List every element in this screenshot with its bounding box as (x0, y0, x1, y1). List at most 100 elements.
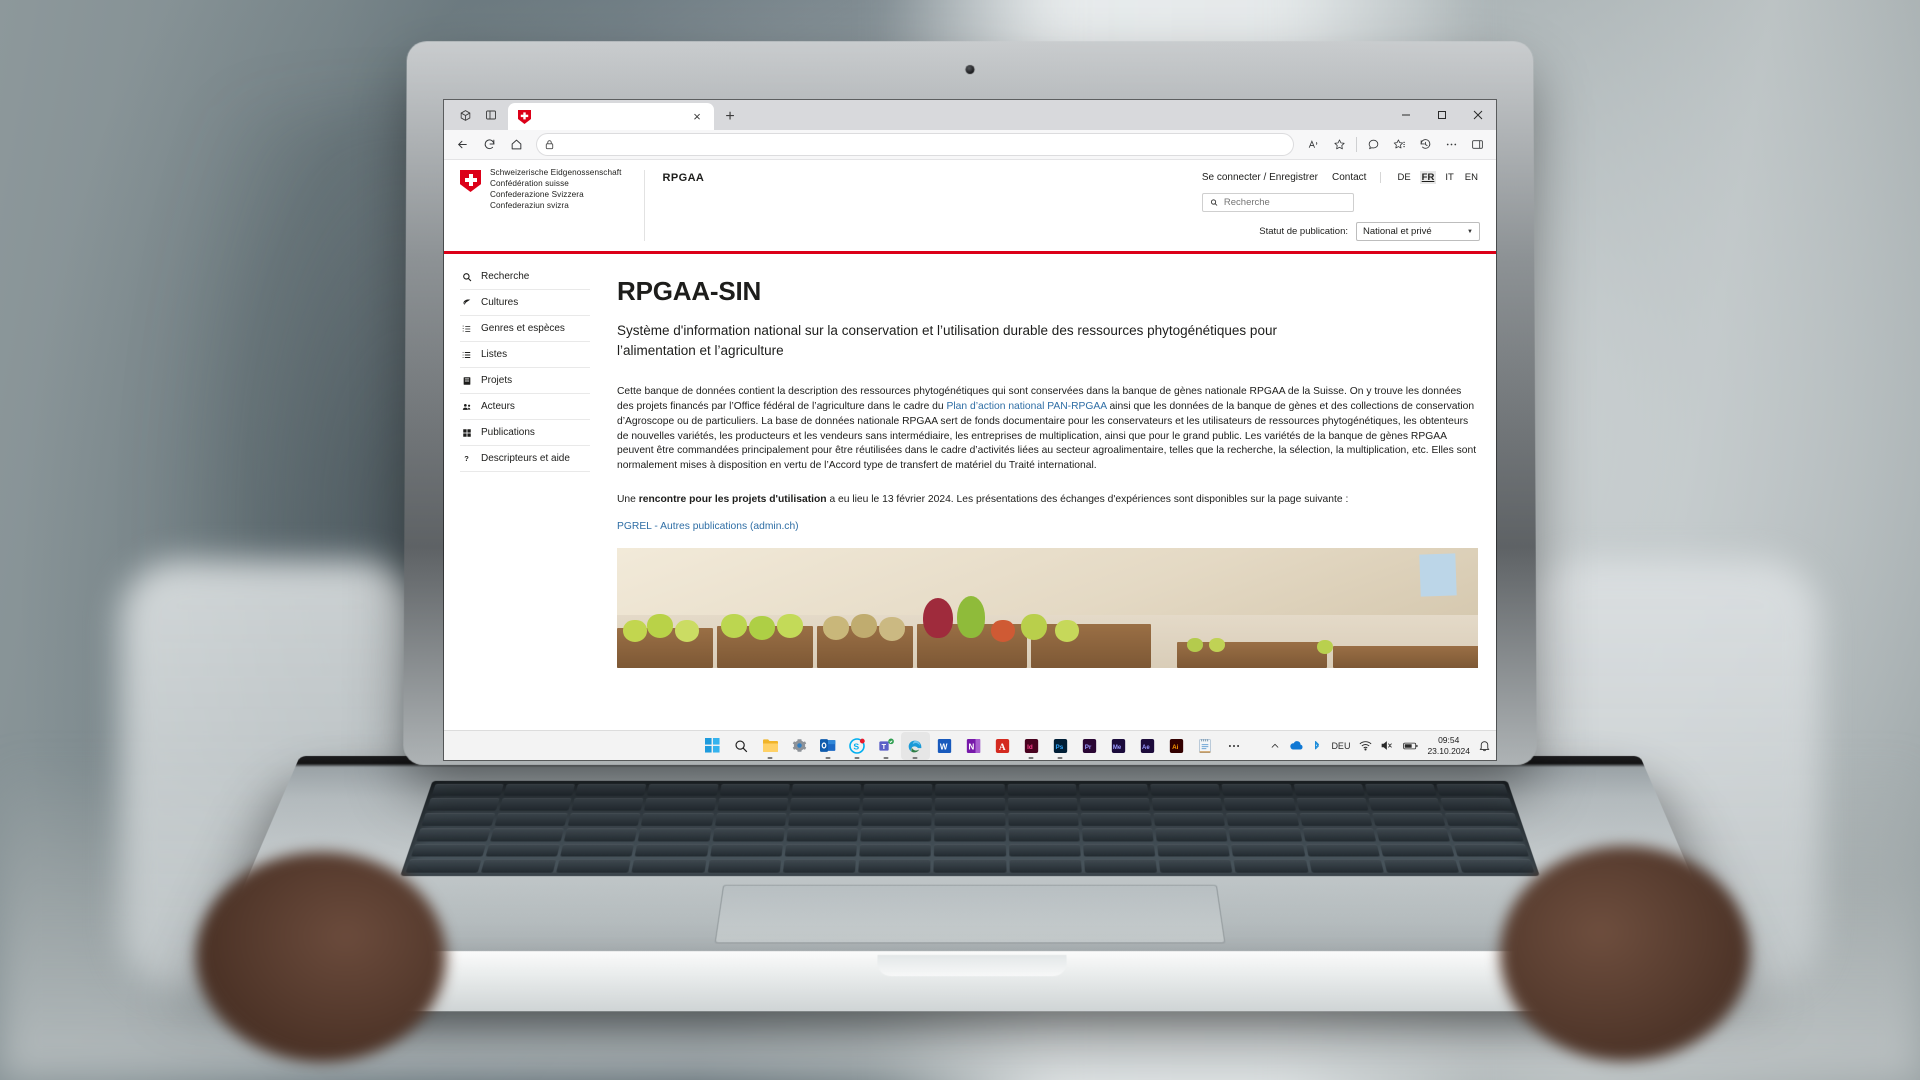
sidebar-item-projets[interactable]: Projets (460, 368, 590, 394)
volume-muted-icon[interactable] (1381, 740, 1394, 751)
illustrator-icon[interactable]: Ai (1162, 732, 1191, 760)
onedrive-icon[interactable] (1289, 740, 1303, 751)
copilot-icon[interactable] (1361, 132, 1386, 157)
outlook-icon[interactable] (814, 732, 843, 760)
laptop-latch-notch (877, 955, 1067, 976)
language-de[interactable]: DE (1395, 171, 1412, 184)
svg-text:W: W (939, 742, 947, 751)
search-icon (1210, 198, 1218, 207)
site-search-input[interactable] (1224, 197, 1346, 208)
language-en[interactable]: EN (1463, 171, 1480, 184)
language-separator (1380, 172, 1381, 183)
collections-icon[interactable] (1387, 132, 1412, 157)
webcam (966, 65, 975, 74)
meeting-text-part1: Une (617, 494, 639, 505)
photo-wooden-wall (617, 548, 1478, 615)
skype-icon[interactable]: S (843, 732, 872, 760)
pan-rpgaa-link[interactable]: Plan d’action national PAN-RPGAA (947, 401, 1107, 412)
header-divider (644, 170, 645, 241)
publication-status-select[interactable]: National et privé ▼ (1356, 222, 1480, 241)
history-icon[interactable] (1413, 132, 1438, 157)
file-explorer-icon[interactable] (756, 732, 785, 760)
contact-link[interactable]: Contact (1332, 172, 1366, 183)
more-apps-icon[interactable] (1220, 732, 1249, 760)
page-title: RPGAA-SIN (617, 276, 1478, 307)
sidebar-item-listes[interactable]: Listes (460, 342, 590, 368)
teams-icon[interactable]: T (872, 732, 901, 760)
address-bar[interactable] (537, 134, 1293, 155)
svg-text:Ps: Ps (1055, 744, 1063, 751)
word-icon[interactable]: W (930, 732, 959, 760)
close-tab-button[interactable]: × (687, 107, 707, 127)
sidebar-item-recherche[interactable]: Recherche (460, 264, 590, 290)
header-links: Se connecter / Enregistrer Contact DE FR… (1202, 171, 1480, 184)
book-icon (460, 376, 473, 386)
wifi-icon[interactable] (1359, 740, 1372, 751)
media-encoder-icon[interactable]: Me (1104, 732, 1133, 760)
language-fr[interactable]: FR (1420, 171, 1437, 184)
search-icon[interactable] (727, 732, 756, 760)
publication-status-value: National et privé (1363, 226, 1432, 237)
close-button[interactable] (1460, 100, 1496, 130)
users-icon (460, 402, 473, 412)
read-aloud-icon[interactable] (1301, 132, 1326, 157)
keyboard-language-indicator[interactable]: DEU (1331, 741, 1350, 751)
home-button[interactable] (504, 132, 529, 157)
minimize-button[interactable] (1388, 100, 1424, 130)
notepad-icon[interactable] (1191, 732, 1220, 760)
list-icon (460, 350, 473, 360)
bell-icon[interactable] (1479, 740, 1490, 752)
acrobat-reader-icon[interactable]: A (988, 732, 1017, 760)
laptop-screen: × + Schweizerische Eidgenossenschaft Con… (444, 100, 1496, 760)
site-search-box[interactable] (1202, 193, 1354, 212)
meeting-text-part2: a eu lieu le 13 février 2024. Les présen… (827, 494, 1349, 505)
bluetooth-icon[interactable] (1312, 740, 1322, 752)
confederation-name-de: Schweizerische Eidgenossenschaft (490, 168, 622, 179)
question-mark-icon: ? (460, 453, 473, 464)
main-navigation-sidebar: Recherche Cultures Genres et espèces Lis… (444, 254, 590, 668)
left-hand (196, 852, 446, 1062)
back-button[interactable] (450, 132, 475, 157)
tab-actions-icon[interactable] (452, 102, 478, 128)
trackpad (715, 885, 1225, 944)
sidebar-item-acteurs[interactable]: Acteurs (460, 394, 590, 420)
taskbar-clock[interactable]: 09:54 23.10.2024 (1427, 735, 1470, 756)
sidebar-item-descripteurs-et-aide[interactable]: ? Descripteurs et aide (460, 446, 590, 472)
laptop-front-edge (284, 951, 1661, 1011)
indesign-icon[interactable]: Id (1017, 732, 1046, 760)
show-hidden-icons-icon[interactable] (1270, 741, 1280, 751)
svg-text:A: A (998, 743, 1005, 753)
start-button[interactable] (698, 732, 727, 760)
browser-tab[interactable]: × (508, 103, 714, 130)
language-it[interactable]: IT (1443, 171, 1455, 184)
premiere-icon[interactable]: Pr (1075, 732, 1104, 760)
photo-blue-note (1419, 553, 1456, 596)
maximize-button[interactable] (1424, 100, 1460, 130)
settings-more-icon[interactable] (1439, 132, 1464, 157)
sidebar-item-cultures[interactable]: Cultures (460, 290, 590, 316)
reload-button[interactable] (477, 132, 502, 157)
confederation-name-fr: Confédération suisse (490, 179, 622, 190)
site-brand[interactable]: RPGAA (663, 168, 705, 184)
favorites-star-icon[interactable] (1327, 132, 1352, 157)
browser-toolbar-actions (1301, 132, 1490, 157)
edge-browser-icon[interactable] (901, 732, 930, 760)
battery-icon[interactable] (1403, 741, 1418, 751)
language-switcher: DE FR IT EN (1395, 171, 1480, 184)
photoshop-icon[interactable]: Ps (1046, 732, 1075, 760)
split-screen-icon[interactable] (478, 102, 504, 128)
settings-gear-icon[interactable] (785, 732, 814, 760)
new-tab-button[interactable]: + (720, 107, 740, 127)
sidebar-item-publications[interactable]: Publications (460, 420, 590, 446)
browser-sidebar-icon[interactable] (1465, 132, 1490, 157)
login-register-link[interactable]: Se connecter / Enregistrer (1202, 172, 1318, 183)
confederation-names: Schweizerische Eidgenossenschaft Confédé… (490, 168, 622, 212)
sidebar-item-genres-et-especes[interactable]: Genres et espèces (460, 316, 590, 342)
after-effects-icon[interactable]: Ae (1133, 732, 1162, 760)
leaf-icon (460, 298, 473, 308)
site-header: Schweizerische Eidgenossenschaft Confédé… (444, 160, 1496, 241)
publication-status-row: Statut de publication: National et privé… (1202, 222, 1480, 241)
sidebar-item-label: Genres et espèces (481, 323, 565, 334)
pgrel-publications-link[interactable]: PGREL - Autres publications (admin.ch) (617, 521, 799, 532)
onenote-icon[interactable]: N (959, 732, 988, 760)
